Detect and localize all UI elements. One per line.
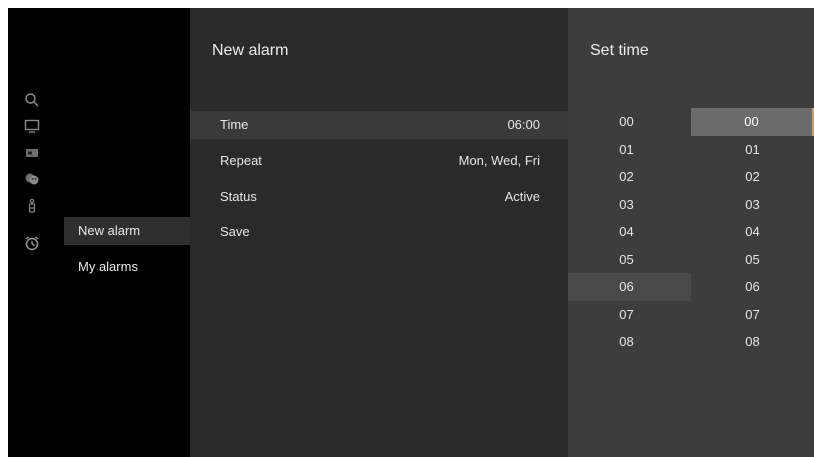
accessibility-icon[interactable] (24, 198, 40, 214)
minute-picker[interactable]: 00 01 02 03 04 05 06 07 08 (691, 108, 814, 356)
hour-picker[interactable]: 00 01 02 03 04 05 06 07 08 (568, 108, 691, 356)
hour-option[interactable]: 02 (568, 163, 691, 191)
row-label: Time (220, 117, 249, 132)
row-value: Mon, Wed, Fri (458, 153, 540, 168)
submenu-item-my-alarms[interactable]: My alarms (64, 253, 190, 281)
submenu-item-new-alarm[interactable]: New alarm (64, 217, 190, 245)
alarm-row-time[interactable]: Time 06:00 (190, 111, 568, 139)
icon-rail (8, 8, 64, 457)
hour-option-selected[interactable]: 06 (568, 273, 691, 301)
hour-option[interactable]: 08 (568, 328, 691, 356)
row-label: Repeat (220, 153, 262, 168)
set-time-panel: Set time 00 01 02 03 04 05 06 07 08 00 0… (568, 8, 814, 457)
input-icon[interactable] (24, 145, 40, 161)
minute-option[interactable]: 06 (691, 273, 814, 301)
save-button[interactable]: Save (220, 218, 250, 246)
panel-title: Set time (590, 42, 649, 59)
hour-option[interactable]: 00 (568, 108, 691, 136)
tv-screen: New alarm My alarms New alarm Time 06:00… (8, 8, 814, 457)
hour-option[interactable]: 07 (568, 301, 691, 329)
minute-option[interactable]: 05 (691, 246, 814, 274)
minute-option[interactable]: 07 (691, 301, 814, 329)
row-label: Status (220, 189, 257, 204)
hour-option[interactable]: 03 (568, 191, 691, 219)
alarm-row-repeat[interactable]: Repeat Mon, Wed, Fri (190, 147, 568, 175)
minute-option[interactable]: 03 (691, 191, 814, 219)
theater-mask-icon[interactable] (24, 171, 40, 187)
alarm-clock-icon[interactable] (24, 235, 40, 251)
hour-option[interactable]: 04 (568, 218, 691, 246)
minute-option[interactable]: 04 (691, 218, 814, 246)
panel-title: New alarm (212, 42, 289, 59)
minute-option[interactable]: 02 (691, 163, 814, 191)
hour-option[interactable]: 05 (568, 246, 691, 274)
alarm-submenu: New alarm My alarms (64, 8, 190, 457)
row-value: 06:00 (507, 117, 540, 132)
alarm-row-status[interactable]: Status Active (190, 183, 568, 211)
minute-option[interactable]: 08 (691, 328, 814, 356)
row-value: Active (504, 189, 540, 204)
minute-option[interactable]: 01 (691, 136, 814, 164)
alarm-row-save[interactable]: Save (190, 218, 568, 246)
tv-icon[interactable] (24, 118, 40, 134)
new-alarm-panel: New alarm Time 06:00 Repeat Mon, Wed, Fr… (190, 8, 568, 457)
search-icon[interactable] (24, 92, 40, 108)
minute-option-selected[interactable]: 00 (691, 108, 814, 136)
hour-option[interactable]: 01 (568, 136, 691, 164)
